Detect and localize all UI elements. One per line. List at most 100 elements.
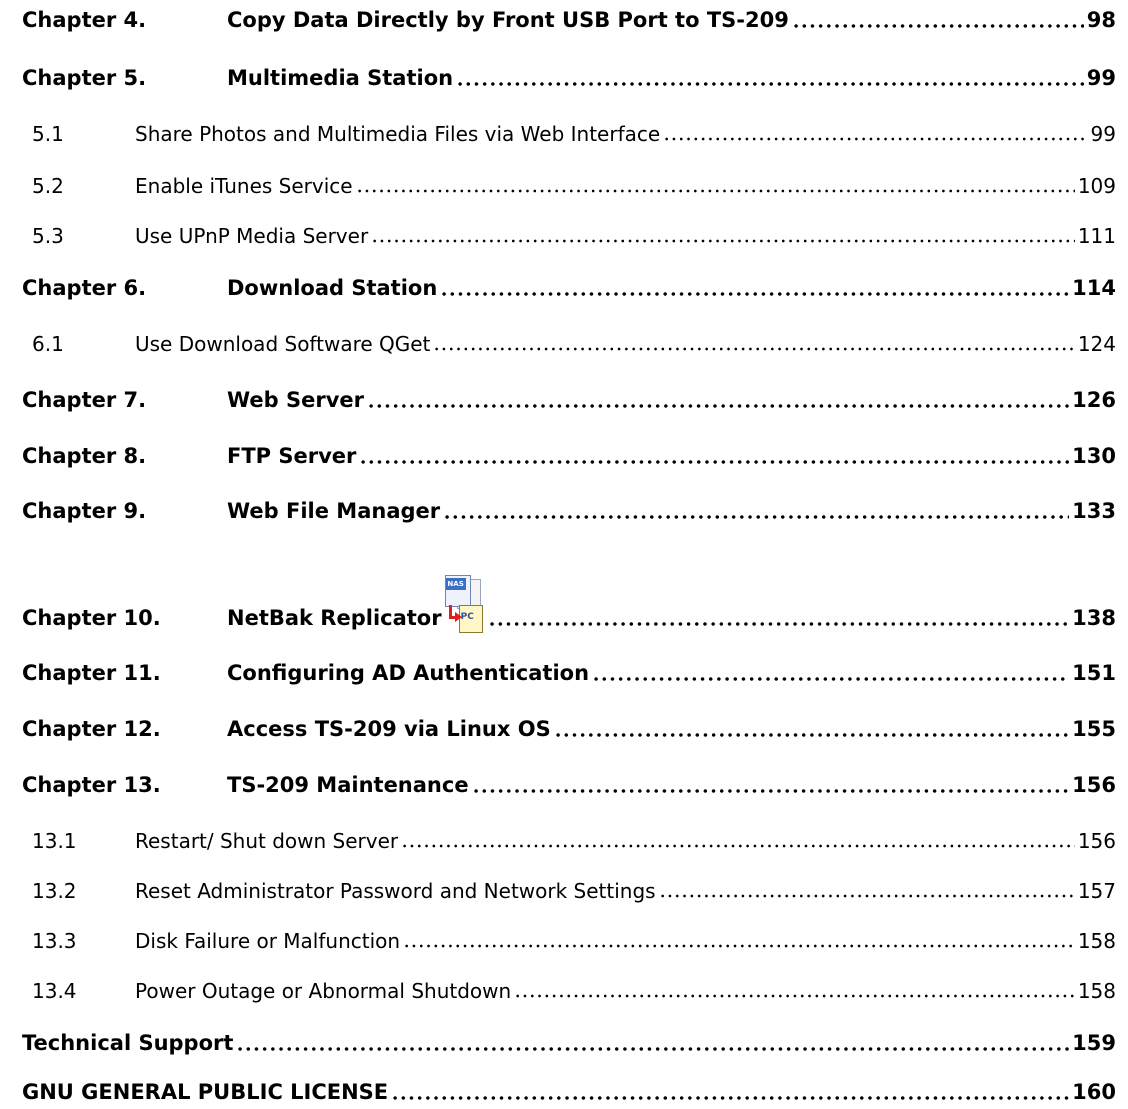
toc-entry-technical-support[interactable]: Technical Support 159 xyxy=(22,1033,1116,1054)
page-number: 160 xyxy=(1072,1080,1116,1104)
page-number: 138 xyxy=(1072,606,1116,630)
entry-title: Enable iTunes Service xyxy=(135,174,353,198)
toc-entry-section-13-1[interactable]: 13.1 Restart/ Shut down Server 156 xyxy=(22,831,1116,851)
page-number: 158 xyxy=(1077,979,1116,1003)
page-number: 133 xyxy=(1072,499,1116,523)
toc-entry-chapter-6[interactable]: Chapter 6. Download Station 114 xyxy=(22,278,1116,299)
entry-title: Download Station xyxy=(227,276,438,300)
dot-leader xyxy=(359,459,1070,465)
toc-entry-chapter-8[interactable]: Chapter 8. FTP Server 130 xyxy=(22,446,1116,467)
toc-entry-section-5-2[interactable]: 5.2 Enable iTunes Service 109 xyxy=(22,176,1116,196)
entry-title: Power Outage or Abnormal Shutdown xyxy=(135,979,512,1003)
page-number: 156 xyxy=(1077,829,1116,853)
toc-entry-chapter-9[interactable]: Chapter 9. Web File Manager 133 xyxy=(22,501,1116,522)
chapter-label: Chapter 10. xyxy=(22,606,161,630)
dot-leader xyxy=(658,893,1075,899)
section-number: 5.1 xyxy=(32,122,64,146)
toc-entry-section-6-1[interactable]: 6.1 Use Download Software QGet 124 xyxy=(22,334,1116,354)
page-number: 99 xyxy=(1086,66,1116,90)
entry-title: Disk Failure or Malfunction xyxy=(135,929,401,953)
dot-leader xyxy=(236,1046,1070,1052)
section-number: 13.4 xyxy=(32,979,77,1003)
dot-leader xyxy=(371,238,1075,244)
toc-entry-chapter-12[interactable]: Chapter 12. Access TS-209 via Linux OS 1… xyxy=(22,719,1116,740)
toc-entry-chapter-7[interactable]: Chapter 7. Web Server 126 xyxy=(22,390,1116,411)
entry-title: FTP Server xyxy=(227,444,357,468)
toc-entry-chapter-5[interactable]: Chapter 5. Multimedia Station 99 xyxy=(22,68,1116,89)
dot-leader xyxy=(791,23,1084,29)
dot-leader xyxy=(553,732,1070,738)
page-number: 111 xyxy=(1077,224,1116,248)
toc-entry-section-5-3[interactable]: 5.3 Use UPnP Media Server 111 xyxy=(22,226,1116,246)
dot-leader xyxy=(456,81,1084,87)
section-number: 13.2 xyxy=(32,879,77,903)
toc-entry-chapter-13[interactable]: Chapter 13. TS-209 Maintenance 156 xyxy=(22,775,1116,796)
toc-entry-chapter-4[interactable]: Chapter 4. Copy Data Directly by Front U… xyxy=(22,10,1116,31)
page-number: 157 xyxy=(1077,879,1116,903)
entry-title: Technical Support xyxy=(22,1031,234,1055)
page-number: 151 xyxy=(1072,661,1116,685)
page-number: 155 xyxy=(1072,717,1116,741)
dot-leader xyxy=(440,291,1070,297)
entry-title: Use UPnP Media Server xyxy=(135,224,369,248)
toc-entry-chapter-10[interactable]: Chapter 10. NetBak Replicator NAS PC 138 xyxy=(22,575,1116,633)
page-number: 159 xyxy=(1072,1031,1116,1055)
entry-title: Multimedia Station xyxy=(227,66,454,90)
chapter-label: Chapter 7. xyxy=(22,388,147,412)
page-number: 130 xyxy=(1072,444,1116,468)
toc-entry-section-13-2[interactable]: 13.2 Reset Administrator Password and Ne… xyxy=(22,881,1116,901)
section-number: 6.1 xyxy=(32,332,64,356)
chapter-label: Chapter 12. xyxy=(22,717,161,741)
table-of-contents: Chapter 4. Copy Data Directly by Front U… xyxy=(0,0,1128,1109)
nas-label: NAS xyxy=(445,578,466,590)
toc-entry-section-13-4[interactable]: 13.4 Power Outage or Abnormal Shutdown 1… xyxy=(22,981,1116,1001)
chapter-label: Chapter 13. xyxy=(22,773,161,797)
dot-leader xyxy=(367,403,1070,409)
entry-title: Configuring AD Authentication xyxy=(227,661,590,685)
toc-entry-gnu-license[interactable]: GNU GENERAL PUBLIC LICENSE 160 xyxy=(22,1082,1116,1103)
entry-title: Web File Manager xyxy=(227,499,441,523)
toc-entry-section-5-1[interactable]: 5.1 Share Photos and Multimedia Files vi… xyxy=(22,124,1116,144)
dot-leader xyxy=(471,788,1070,794)
page-number: 156 xyxy=(1072,773,1116,797)
entry-title: NetBak Replicator xyxy=(227,606,442,630)
chapter-label: Chapter 4. xyxy=(22,8,147,32)
dot-leader xyxy=(514,993,1075,999)
entry-title: Copy Data Directly by Front USB Port to … xyxy=(227,8,789,32)
page-number: 114 xyxy=(1072,276,1116,300)
dot-leader xyxy=(391,1095,1070,1101)
section-number: 13.1 xyxy=(32,829,77,853)
dot-leader xyxy=(355,188,1075,194)
toc-entry-section-13-3[interactable]: 13.3 Disk Failure or Malfunction 158 xyxy=(22,931,1116,951)
chapter-label: Chapter 11. xyxy=(22,661,161,685)
chapter-label: Chapter 8. xyxy=(22,444,147,468)
page-number: 98 xyxy=(1086,8,1116,32)
entry-title: Reset Administrator Password and Network… xyxy=(135,879,656,903)
section-number: 13.3 xyxy=(32,929,77,953)
dot-leader xyxy=(663,136,1088,142)
entry-title: Share Photos and Multimedia Files via We… xyxy=(135,122,661,146)
dot-leader xyxy=(443,514,1070,520)
page-number: 126 xyxy=(1072,388,1116,412)
entry-title: Web Server xyxy=(227,388,365,412)
entry-title: Access TS-209 via Linux OS xyxy=(227,717,551,741)
entry-title: TS-209 Maintenance xyxy=(227,773,469,797)
section-number: 5.2 xyxy=(32,174,64,198)
page-number: 124 xyxy=(1077,332,1116,356)
entry-title: GNU GENERAL PUBLIC LICENSE xyxy=(22,1080,389,1104)
chapter-label: Chapter 5. xyxy=(22,66,147,90)
page-number: 109 xyxy=(1077,174,1116,198)
dot-leader xyxy=(403,943,1075,949)
dot-leader xyxy=(592,676,1070,682)
pc-label: PC xyxy=(460,612,474,622)
entry-title: Restart/ Shut down Server xyxy=(135,829,399,853)
netbak-replicator-icon: NAS PC xyxy=(443,575,483,633)
entry-title: Use Download Software QGet xyxy=(135,332,431,356)
page-number: 158 xyxy=(1077,929,1116,953)
dot-leader xyxy=(401,843,1075,849)
section-number: 5.3 xyxy=(32,224,64,248)
dot-leader xyxy=(433,346,1075,352)
dot-leader xyxy=(487,621,1070,627)
page-number: 99 xyxy=(1090,122,1116,146)
toc-entry-chapter-11[interactable]: Chapter 11. Configuring AD Authenticatio… xyxy=(22,663,1116,684)
